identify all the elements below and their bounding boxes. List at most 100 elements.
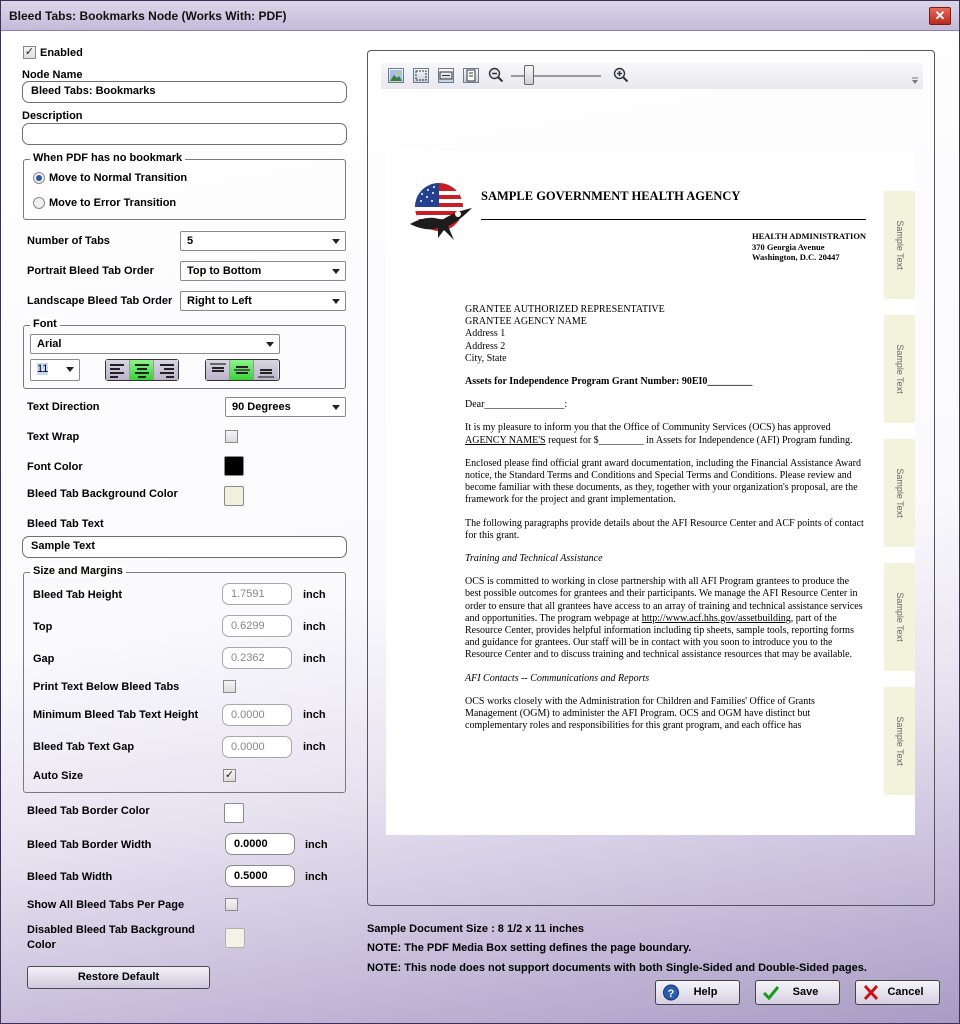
text-direction-select[interactable]: 90 Degrees: [225, 397, 346, 417]
preview-toolbar: [381, 63, 923, 89]
zoom-out-icon[interactable]: [488, 67, 504, 86]
error-transition-radio[interactable]: [33, 197, 45, 209]
chevron-down-icon: [332, 239, 340, 244]
text-wrap-checkbox[interactable]: [225, 430, 238, 443]
actual-size-icon[interactable]: [463, 68, 479, 83]
eagle-flag-logo: [408, 178, 474, 245]
font-family-select[interactable]: Arial: [30, 334, 280, 354]
doc-header-rule: [481, 219, 866, 220]
border-color-label: Bleed Tab Border Color: [27, 805, 150, 817]
fit-width-icon[interactable]: [438, 68, 454, 83]
window-title: Bleed Tabs: Bookmarks Node (Works With: …: [9, 9, 287, 23]
font-size-select[interactable]: 11: [30, 359, 80, 381]
zoom-in-icon[interactable]: [613, 67, 629, 86]
portrait-order-select[interactable]: Top to Bottom: [180, 261, 346, 281]
gap-input[interactable]: 0.2362: [222, 647, 292, 669]
tab-bg-color-swatch[interactable]: [224, 486, 244, 506]
align-middle-button[interactable]: [230, 360, 254, 380]
text-wrap-label: Text Wrap: [27, 431, 80, 443]
enabled-label: Enabled: [40, 47, 83, 59]
align-right-button[interactable]: [154, 360, 178, 380]
media-box-note: NOTE: The PDF Media Box setting defines …: [367, 942, 692, 954]
chevron-down-icon: [332, 299, 340, 304]
align-bottom-button[interactable]: [254, 360, 278, 380]
restore-default-button[interactable]: Restore Default: [27, 966, 210, 989]
tab-width-label: Bleed Tab Width: [27, 871, 113, 883]
unit-label: inch: [303, 653, 326, 665]
align-left-button[interactable]: [106, 360, 130, 380]
unit-label: inch: [303, 741, 326, 753]
tab-text-label: Bleed Tab Text: [27, 518, 104, 530]
text-direction-label: Text Direction: [27, 401, 100, 413]
cancel-button[interactable]: Cancel: [855, 980, 940, 1005]
text-gap-input[interactable]: 0.0000: [222, 736, 292, 758]
border-width-label: Bleed Tab Border Width: [27, 839, 152, 851]
node-name-input[interactable]: Bleed Tabs: Bookmarks: [22, 81, 347, 103]
dialog-window: Bleed Tabs: Bookmarks Node (Works With: …: [0, 0, 960, 1024]
bleed-tab: Sample Text: [884, 687, 915, 795]
save-button[interactable]: Save: [755, 980, 840, 1005]
toolbar-overflow-icon[interactable]: [911, 75, 919, 88]
description-label: Description: [22, 110, 83, 122]
tab-text-input[interactable]: Sample Text: [22, 536, 347, 558]
image-icon[interactable]: [388, 68, 404, 83]
vertical-align-group: [205, 359, 280, 381]
single-double-note: NOTE: This node does not support documen…: [367, 962, 867, 974]
normal-transition-radio[interactable]: [33, 172, 45, 184]
chevron-down-icon: [266, 342, 274, 347]
tab-height-label: Bleed Tab Height: [33, 589, 123, 601]
auto-size-checkbox[interactable]: ✓: [223, 769, 236, 782]
unit-label: inch: [305, 839, 328, 851]
number-of-tabs-label: Number of Tabs: [27, 235, 110, 247]
chevron-down-icon: [332, 269, 340, 274]
align-center-button[interactable]: [130, 360, 154, 380]
tab-width-input[interactable]: 0.5000: [225, 865, 295, 887]
min-text-height-label: Minimum Bleed Tab Text Height: [33, 709, 199, 721]
unit-label: inch: [303, 709, 326, 721]
unit-label: inch: [303, 621, 326, 633]
title-bar: Bleed Tabs: Bookmarks Node (Works With: …: [1, 1, 959, 31]
help-button[interactable]: ? Help: [655, 980, 740, 1005]
doc-agency: SAMPLE GOVERNMENT HEALTH AGENCY: [481, 189, 741, 203]
landscape-order-label: Landscape Bleed Tab Order: [27, 295, 173, 307]
font-color-swatch[interactable]: [224, 456, 244, 476]
close-icon: ✕: [934, 8, 946, 23]
horizontal-align-group: [105, 359, 179, 381]
border-width-input[interactable]: 0.0000: [225, 833, 295, 855]
min-text-height-input[interactable]: 0.0000: [222, 704, 292, 726]
show-all-label: Show All Bleed Tabs Per Page: [27, 899, 185, 911]
align-top-button[interactable]: [206, 360, 230, 380]
landscape-order-select[interactable]: Right to Left: [180, 291, 346, 311]
tab-bg-color-label: Bleed Tab Background Color: [27, 488, 178, 500]
text-gap-label: Bleed Tab Text Gap: [33, 741, 135, 753]
top-input[interactable]: 0.6299: [222, 615, 292, 637]
size-margins-title: Size and Margins: [30, 565, 126, 577]
fit-page-icon[interactable]: [413, 68, 429, 83]
enabled-checkbox[interactable]: ✓: [23, 46, 36, 59]
auto-size-label: Auto Size: [33, 770, 84, 782]
no-bookmark-group: When PDF has no bookmark: [23, 152, 346, 220]
tab-height-input[interactable]: 1.7591: [222, 583, 292, 605]
print-below-label: Print Text Below Bleed Tabs: [33, 681, 180, 693]
number-of-tabs-select[interactable]: 5: [180, 231, 346, 251]
normal-transition-label: Move to Normal Transition: [49, 172, 188, 184]
border-color-swatch[interactable]: [224, 803, 244, 823]
bleed-tab: Sample Text: [884, 439, 915, 547]
show-all-checkbox[interactable]: [225, 898, 238, 911]
top-label: Top: [33, 621, 53, 633]
sample-size-note: Sample Document Size : 8 1/2 x 11 inches: [367, 923, 585, 935]
font-group-title: Font: [30, 318, 60, 330]
zoom-slider-handle[interactable]: [524, 65, 534, 85]
disabled-bg-swatch[interactable]: [225, 928, 245, 948]
print-below-checkbox[interactable]: [223, 680, 236, 693]
gap-label: Gap: [33, 653, 55, 665]
bleed-tab: Sample Text: [884, 563, 915, 671]
unit-label: inch: [303, 589, 326, 601]
unit-label: inch: [305, 871, 328, 883]
description-input[interactable]: [22, 123, 347, 145]
chevron-down-icon: [66, 367, 74, 372]
close-button[interactable]: ✕: [929, 7, 951, 25]
chevron-down-icon: [332, 405, 340, 410]
no-bookmark-title: When PDF has no bookmark: [30, 152, 186, 164]
doc-address-block: HEALTH ADMINISTRATION 370 Georgia Avenue…: [752, 231, 867, 262]
